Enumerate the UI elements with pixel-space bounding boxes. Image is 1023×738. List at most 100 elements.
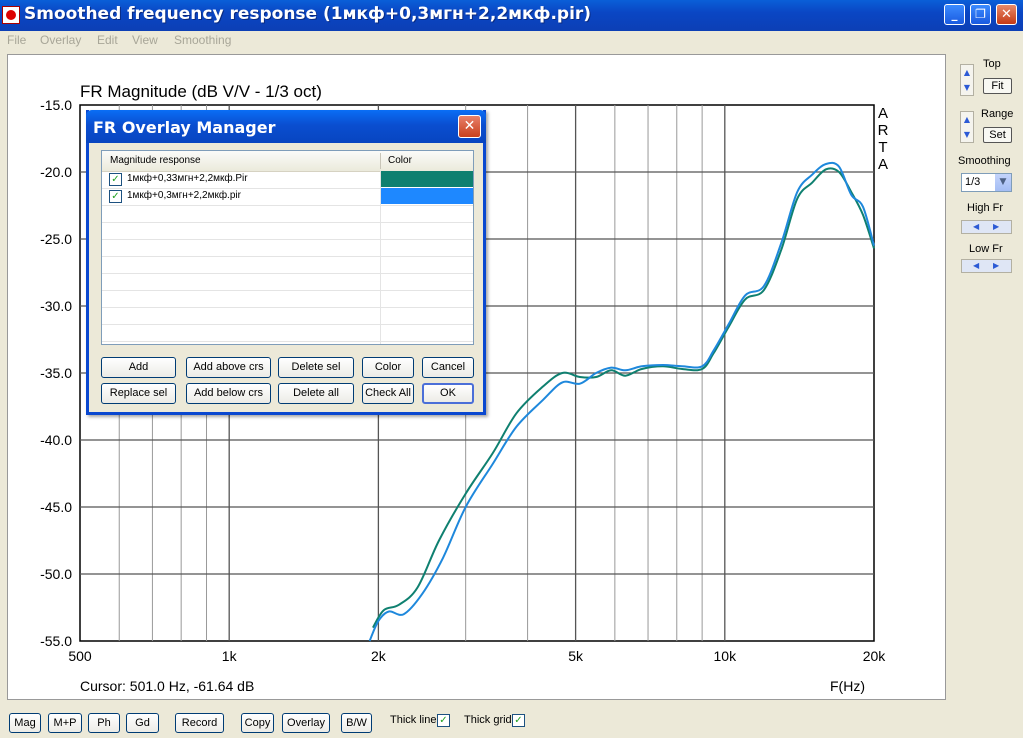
top-spinner[interactable]: ▲ ▼ bbox=[960, 64, 974, 96]
y-tick-label: -20.0 bbox=[40, 164, 72, 180]
dialog-close-button[interactable]: ✕ bbox=[458, 115, 481, 138]
list-item[interactable] bbox=[102, 222, 473, 240]
list-item[interactable] bbox=[102, 205, 473, 223]
list-item[interactable] bbox=[102, 324, 473, 342]
watermark-letter: T bbox=[878, 139, 887, 156]
minimize-button[interactable]: _ bbox=[944, 4, 965, 25]
y-tick-label: -40.0 bbox=[40, 432, 72, 448]
add-above-cursor-button[interactable]: Add above crs bbox=[186, 357, 271, 378]
list-item[interactable]: ✓ 1мкф+0,3мгн+2,2мкф.pir bbox=[102, 188, 473, 206]
overlay-button[interactable]: Overlay bbox=[282, 713, 330, 733]
watermark-letter: A bbox=[878, 156, 888, 173]
y-tick-label: -35.0 bbox=[40, 365, 72, 381]
x-axis-label: F(Hz) bbox=[830, 678, 865, 694]
ok-button[interactable]: OK bbox=[422, 383, 474, 404]
x-tick-label: 2k bbox=[371, 648, 387, 664]
overlay-checkbox[interactable]: ✓ bbox=[109, 173, 122, 186]
list-item[interactable] bbox=[102, 256, 473, 274]
mag-button[interactable]: Mag bbox=[9, 713, 41, 733]
column-magnitude[interactable]: Magnitude response bbox=[110, 155, 201, 166]
list-item[interactable] bbox=[102, 239, 473, 257]
menu-overlay[interactable]: Overlay bbox=[40, 33, 81, 47]
mag-phase-button[interactable]: M+P bbox=[48, 713, 82, 733]
thick-line-label: Thick line bbox=[390, 714, 437, 726]
column-color[interactable]: Color bbox=[388, 155, 412, 166]
arrow-left-icon[interactable]: ◀ bbox=[973, 260, 979, 272]
menu-bar: File Overlay Edit View Smoothing bbox=[0, 31, 1023, 50]
list-item[interactable] bbox=[102, 307, 473, 325]
app-icon[interactable] bbox=[2, 6, 20, 24]
arrow-right-icon[interactable]: ▶ bbox=[993, 221, 999, 233]
bw-button[interactable]: B/W bbox=[341, 713, 372, 733]
highfr-stepper[interactable]: ◀ ▶ bbox=[961, 220, 1012, 234]
add-below-cursor-button[interactable]: Add below crs bbox=[186, 383, 271, 404]
x-tick-label: 10k bbox=[714, 648, 738, 664]
overlay-color-swatch[interactable] bbox=[381, 171, 473, 187]
bottom-toolbar: Mag M+P Ph Gd Record Copy Overlay B/W Th… bbox=[0, 705, 1023, 738]
arrow-down-icon[interactable]: ▼ bbox=[961, 80, 973, 95]
record-button[interactable]: Record bbox=[175, 713, 224, 733]
list-item[interactable] bbox=[102, 273, 473, 291]
thick-grid-checkbox[interactable]: ✓ bbox=[512, 714, 525, 727]
menu-smoothing[interactable]: Smoothing bbox=[174, 33, 231, 47]
fit-button[interactable]: Fit bbox=[983, 78, 1012, 94]
arrow-down-icon[interactable]: ▼ bbox=[961, 127, 973, 142]
add-button[interactable]: Add bbox=[101, 357, 176, 378]
overlay-color-swatch[interactable] bbox=[381, 188, 473, 204]
copy-button[interactable]: Copy bbox=[241, 713, 274, 733]
thick-grid-label: Thick grid bbox=[464, 714, 512, 726]
list-header: Magnitude response Color bbox=[102, 151, 473, 172]
menu-view[interactable]: View bbox=[132, 33, 158, 47]
replace-selected-button[interactable]: Replace sel bbox=[101, 383, 176, 404]
overlay-name: 1мкф+0,33мгн+2,2мкф.Pir bbox=[127, 173, 248, 184]
phase-button[interactable]: Ph bbox=[88, 713, 120, 733]
y-tick-label: -30.0 bbox=[40, 298, 72, 314]
cursor-readout: Cursor: 501.0 Hz, -61.64 dB bbox=[80, 678, 254, 694]
y-tick-label: -55.0 bbox=[40, 633, 72, 649]
range-spinner[interactable]: ▲ ▼ bbox=[960, 111, 974, 143]
x-tick-label: 1k bbox=[222, 648, 238, 664]
menu-edit[interactable]: Edit bbox=[97, 33, 118, 47]
close-button[interactable]: ✕ bbox=[996, 4, 1017, 25]
smoothing-select[interactable]: 1/3 ▼ bbox=[961, 173, 1012, 192]
chevron-down-icon[interactable]: ▼ bbox=[995, 174, 1011, 191]
arrow-left-icon[interactable]: ◀ bbox=[973, 221, 979, 233]
smoothing-label: Smoothing bbox=[958, 155, 1011, 167]
window-title: Smoothed frequency response (1мкф+0,3мгн… bbox=[24, 4, 592, 24]
overlay-manager-dialog: FR Overlay Manager ✕ Magnitude response … bbox=[86, 110, 486, 415]
overlay-list[interactable]: Magnitude response Color ✓ 1мкф+0,33мгн+2… bbox=[101, 150, 474, 345]
side-panel: ▲ ▼ Top Fit ▲ ▼ Range Set Smoothing 1/3 ▼ … bbox=[950, 54, 1023, 704]
y-tick-label: -45.0 bbox=[40, 499, 72, 515]
dialog-title: FR Overlay Manager bbox=[93, 118, 276, 137]
arrow-up-icon[interactable]: ▲ bbox=[961, 112, 973, 127]
set-button[interactable]: Set bbox=[983, 127, 1012, 143]
maximize-button[interactable]: ❐ bbox=[970, 4, 991, 25]
dialog-title-bar: FR Overlay Manager ✕ bbox=[86, 110, 486, 143]
highfr-label: High Fr bbox=[967, 202, 1004, 214]
group-delay-button[interactable]: Gd bbox=[126, 713, 159, 733]
list-item[interactable] bbox=[102, 290, 473, 308]
list-item[interactable]: ✓ 1мкф+0,33мгн+2,2мкф.Pir bbox=[102, 171, 473, 189]
top-label: Top bbox=[983, 58, 1001, 70]
overlay-checkbox[interactable]: ✓ bbox=[109, 190, 122, 203]
range-label: Range bbox=[981, 108, 1014, 120]
title-bar: Smoothed frequency response (1мкф+0,3мгн… bbox=[0, 0, 1023, 31]
overlay-name: 1мкф+0,3мгн+2,2мкф.pir bbox=[127, 190, 241, 201]
x-tick-label: 5k bbox=[568, 648, 584, 664]
check-all-button[interactable]: Check All bbox=[362, 383, 414, 404]
arrow-up-icon[interactable]: ▲ bbox=[961, 65, 973, 80]
delete-selected-button[interactable]: Delete sel bbox=[278, 357, 354, 378]
arrow-right-icon[interactable]: ▶ bbox=[993, 260, 999, 272]
thick-line-checkbox[interactable]: ✓ bbox=[437, 714, 450, 727]
chart-title: FR Magnitude (dB V/V - 1/3 oct) bbox=[80, 82, 322, 101]
cancel-button[interactable]: Cancel bbox=[422, 357, 474, 378]
x-tick-label: 500 bbox=[68, 648, 92, 664]
y-tick-label: -25.0 bbox=[40, 231, 72, 247]
menu-file[interactable]: File bbox=[7, 33, 26, 47]
color-button[interactable]: Color bbox=[362, 357, 414, 378]
delete-all-button[interactable]: Delete all bbox=[278, 383, 354, 404]
lowfr-stepper[interactable]: ◀ ▶ bbox=[961, 259, 1012, 273]
x-tick-label: 20k bbox=[863, 648, 887, 664]
watermark-letter: A bbox=[878, 105, 888, 122]
smoothing-value: 1/3 bbox=[965, 176, 981, 188]
